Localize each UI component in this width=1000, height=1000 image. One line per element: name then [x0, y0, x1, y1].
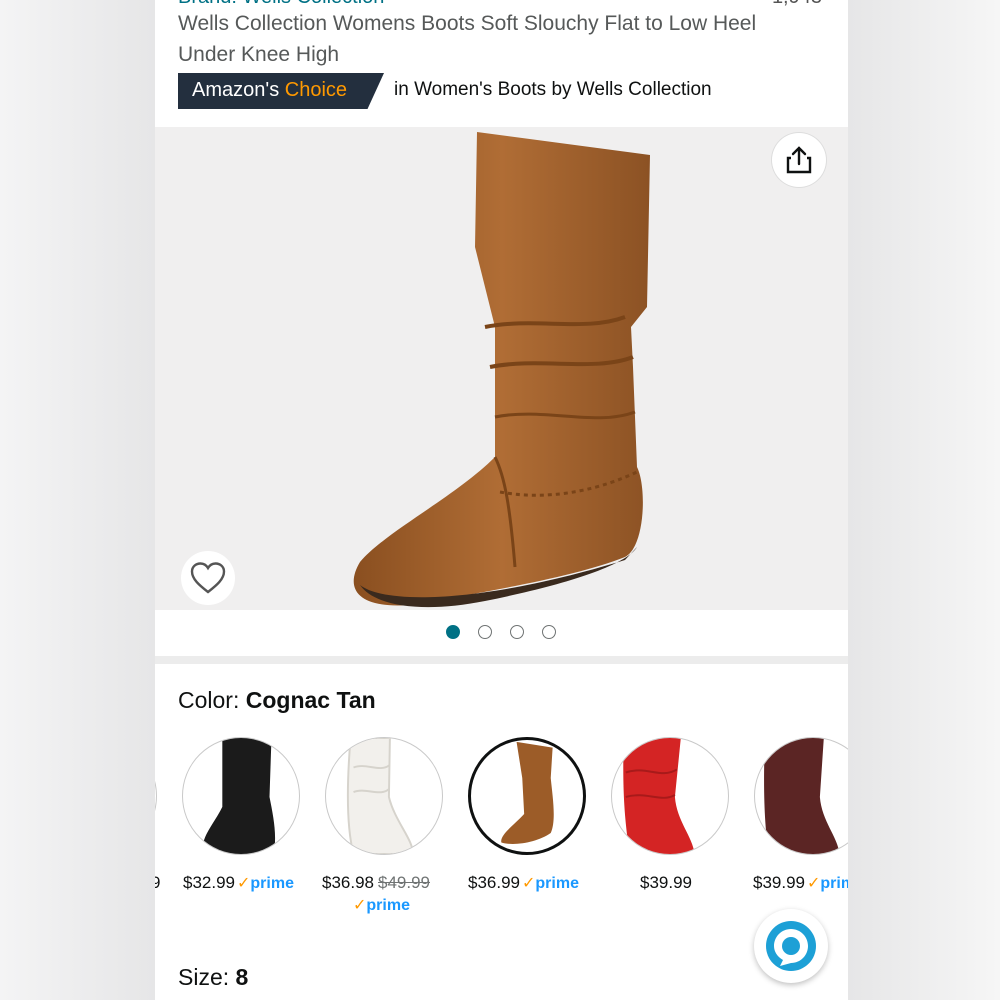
- size-selector-label[interactable]: Size: 8: [178, 964, 248, 991]
- color-swatch-white[interactable]: [325, 737, 443, 855]
- page-dot-3[interactable]: [510, 625, 524, 639]
- prime-badge: ✓prime: [353, 897, 410, 914]
- white-boot-thumb: [346, 738, 414, 854]
- price-white-value: $36.98: [322, 873, 374, 892]
- product-title: Wells Collection Womens Boots Soft Slouc…: [178, 12, 757, 66]
- price-cognac-tan-value: $36.99: [468, 873, 520, 892]
- badge-highlight: Choice: [284, 79, 348, 101]
- selected-color: Cognac Tan: [245, 687, 376, 713]
- color-swatch-brown[interactable]: [754, 737, 848, 855]
- price-black-value: $32.99: [183, 873, 235, 892]
- badge-category[interactable]: in Women's Boots by Wells Collection: [394, 79, 712, 101]
- color-label: Color:: [178, 687, 240, 713]
- image-pagination: [446, 625, 556, 639]
- prime-badge: ✓prime: [522, 875, 579, 892]
- color-swatch-partial[interactable]: [155, 737, 157, 855]
- price-brown: $39.99✓prime: [753, 873, 848, 893]
- color-swatch-red[interactable]: [611, 737, 729, 855]
- price-cognac-tan: $36.99 ✓prime: [468, 873, 579, 893]
- price-partial: 9: [155, 873, 161, 892]
- color-selector-label: Color: Cognac Tan: [178, 687, 376, 714]
- favorite-button[interactable]: [181, 551, 235, 605]
- selected-size: 8: [235, 964, 249, 990]
- price-white: $36.98 $49.99: [322, 873, 430, 893]
- heart-icon: [190, 562, 226, 594]
- price-brown-value: $39.99: [753, 873, 805, 892]
- background-left: [0, 0, 155, 1000]
- share-icon: [786, 146, 812, 174]
- background-right: [848, 0, 1000, 1000]
- price-black: $32.99 ✓prime: [183, 873, 294, 893]
- size-label: Size:: [178, 964, 230, 990]
- prime-badge: ✓prime: [807, 875, 848, 892]
- brown-boot-thumb: [764, 738, 840, 854]
- black-boot-thumb: [202, 738, 276, 854]
- tan-boot-thumb: [501, 741, 554, 844]
- section-divider: [155, 656, 848, 664]
- boot-image: [353, 132, 650, 608]
- prime-badge: ✓prime: [237, 875, 294, 892]
- red-boot-thumb: [623, 738, 695, 854]
- share-button[interactable]: [772, 133, 826, 187]
- product-page: Brand: Wells Collection 1,943 Wells Coll…: [155, 0, 848, 1000]
- alexa-button[interactable]: [754, 909, 828, 983]
- page-dot-4[interactable]: [542, 625, 556, 639]
- price-white-was: $49.99: [378, 873, 430, 892]
- product-image[interactable]: [155, 127, 848, 610]
- color-swatch-cognac-tan[interactable]: [468, 737, 586, 855]
- color-swatch-black[interactable]: [182, 737, 300, 855]
- page-dot-2[interactable]: [478, 625, 492, 639]
- page-dot-1[interactable]: [446, 625, 460, 639]
- amazons-choice-badge: Amazon's Choice: [178, 73, 384, 109]
- alexa-icon: [766, 921, 816, 971]
- badge-prefix: Amazon's: [192, 79, 280, 101]
- price-red: $39.99: [640, 873, 692, 892]
